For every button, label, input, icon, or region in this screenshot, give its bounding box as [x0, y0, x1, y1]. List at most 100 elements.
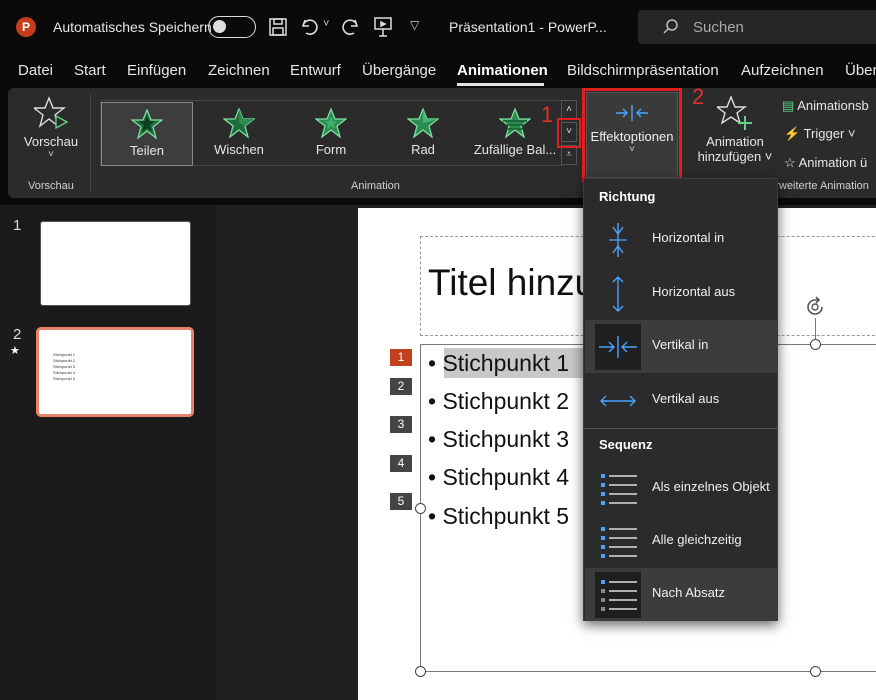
- add-animation-label-1: Animation: [706, 134, 764, 149]
- animation-pane-button[interactable]: ▤ Animationsb: [782, 98, 869, 114]
- thumb-line: Stichpunkt 5: [53, 376, 76, 381]
- callout-number-1: 1: [541, 102, 554, 127]
- menu-item-nach-absatz[interactable]: Nach Absatz: [585, 568, 778, 621]
- resize-handle[interactable]: [810, 666, 821, 677]
- autosave-toggle[interactable]: [208, 16, 256, 38]
- preview-button[interactable]: Vorschau ˅: [16, 96, 86, 166]
- gallery-label: Teilen: [130, 143, 164, 158]
- group-label-animation: Animation: [351, 180, 400, 192]
- menu-item-label: Als einzelnes Objekt: [652, 479, 770, 494]
- slide-thumbnail-2[interactable]: Stichpunkt 1 Stichpunkt 2 Stichpunkt 3 S…: [36, 327, 194, 417]
- gallery-label: Wischen: [214, 142, 264, 157]
- menu-item-alle-gleichzeitig[interactable]: Alle gleichzeitig: [585, 515, 778, 568]
- menu-section-sequenz: Sequenz: [599, 437, 653, 452]
- resize-handle[interactable]: [415, 503, 426, 514]
- gallery-scroll-up-button[interactable]: ˄: [561, 100, 577, 120]
- tab-animationen[interactable]: Animationen: [457, 62, 548, 79]
- gallery-item-form[interactable]: Form: [285, 102, 377, 166]
- slide-title[interactable]: Titel hinzu: [428, 262, 595, 304]
- menu-item-label: Horizontal in: [652, 230, 725, 245]
- animation-star-icon: ★: [10, 345, 20, 357]
- slide-thumbnail-1[interactable]: [40, 221, 191, 306]
- wipe-star-icon: [223, 108, 255, 138]
- gallery-item-teilen[interactable]: Teilen: [101, 102, 193, 166]
- menu-item-label: Nach Absatz: [652, 585, 725, 600]
- trigger-button[interactable]: ⚡ Trigger ˅: [784, 126, 855, 142]
- resize-handle[interactable]: [810, 339, 821, 350]
- save-icon[interactable]: [268, 17, 288, 37]
- tab-zeichnen[interactable]: Zeichnen: [208, 62, 270, 79]
- callout-number-2: 2: [692, 84, 705, 109]
- redo-icon[interactable]: [340, 17, 360, 37]
- random-bars-star-icon: [499, 108, 531, 138]
- tab-entwurf[interactable]: Entwurf: [290, 62, 341, 79]
- bullet-item-1[interactable]: • Stichpunkt 1: [428, 350, 569, 377]
- group-label-erweiterte-animation: Erweiterte Animation: [768, 180, 869, 192]
- gallery-item-rad[interactable]: Rad: [377, 102, 469, 166]
- animation-pane-icon: ▤: [782, 98, 795, 113]
- by-paragraph-icon: [595, 572, 641, 618]
- animation-painter-label: Animation ü: [798, 155, 868, 170]
- group-label-vorschau: Vorschau: [28, 180, 74, 192]
- menu-item-horizontal-aus[interactable]: Horizontal aus: [585, 267, 778, 320]
- menu-item-label: Vertikal in: [652, 337, 709, 352]
- tab-aufzeichnen[interactable]: Aufzeichnen: [741, 62, 824, 79]
- vertical-in-icon: [595, 324, 641, 370]
- search-box[interactable]: Suchen: [638, 10, 876, 44]
- horizontal-out-icon: [612, 276, 624, 312]
- bullet-item-3[interactable]: • Stichpunkt 3: [428, 426, 569, 453]
- effect-options-menu: Richtung Horizontal in Horizontal aus Ve…: [583, 178, 778, 621]
- horizontal-in-icon: [609, 223, 627, 257]
- bullet-text: Stichpunkt 5: [442, 503, 570, 529]
- group-divider: [90, 94, 91, 192]
- animation-order-tag[interactable]: 2: [390, 378, 412, 395]
- menu-item-als-einzelnes-objekt[interactable]: Als einzelnes Objekt: [585, 462, 778, 515]
- customize-qat-icon[interactable]: ▽: [410, 18, 419, 32]
- vertical-out-icon: [600, 395, 636, 407]
- add-animation-label-2: hinzufügen ˅: [697, 149, 773, 164]
- menu-item-label: Alle gleichzeitig: [652, 532, 742, 547]
- gallery-label: Rad: [411, 142, 435, 157]
- presentation-icon[interactable]: [373, 16, 393, 38]
- split-star-icon: [131, 109, 163, 139]
- tab-bildschirmpraesentation[interactable]: Bildschirmpräsentation: [567, 62, 719, 79]
- tab-start[interactable]: Start: [74, 62, 106, 79]
- add-animation-button[interactable]: Animation hinzufügen ˅: [694, 96, 776, 176]
- gallery-label: Form: [315, 142, 347, 157]
- tab-datei[interactable]: Datei: [18, 62, 53, 79]
- undo-dropdown-icon[interactable]: ˅: [323, 18, 329, 30]
- ribbon-tabs: Datei Start Einfügen Zeichnen Entwurf Üb…: [0, 56, 876, 86]
- animation-order-tag[interactable]: 1: [390, 349, 412, 366]
- menu-item-vertikal-in[interactable]: Vertikal in: [585, 320, 778, 373]
- menu-item-horizontal-in[interactable]: Horizontal in: [585, 213, 778, 266]
- bullet-item-2[interactable]: • Stichpunkt 2: [428, 388, 569, 415]
- document-title: Präsentation1 - PowerP...: [449, 19, 607, 35]
- menu-item-vertikal-aus[interactable]: Vertikal aus: [585, 374, 778, 427]
- slide-number-2: 2: [13, 326, 22, 343]
- menu-item-label: Vertikal aus: [652, 391, 720, 406]
- all-at-once-icon: [601, 527, 637, 558]
- tab-einfuegen[interactable]: Einfügen: [127, 62, 186, 79]
- menu-item-label: Horizontal aus: [652, 284, 736, 299]
- bullet-item-5[interactable]: • Stichpunkt 5: [428, 503, 569, 530]
- tab-uebergaenge[interactable]: Übergänge: [362, 62, 436, 79]
- undo-icon[interactable]: [300, 17, 320, 37]
- bullet-item-4[interactable]: • Stichpunkt 4: [428, 464, 569, 491]
- shape-star-icon: [315, 108, 347, 138]
- search-icon: [663, 19, 678, 34]
- resize-handle[interactable]: [415, 666, 426, 677]
- animation-order-tag[interactable]: 5: [390, 493, 412, 510]
- animation-order-tag[interactable]: 3: [390, 416, 412, 433]
- gallery-item-wischen[interactable]: Wischen: [193, 102, 285, 166]
- animation-painter-button[interactable]: ☆ Animation ü: [784, 155, 867, 171]
- preview-chevron-icon: ˅: [48, 149, 54, 160]
- trigger-label: Trigger ˅: [803, 126, 856, 141]
- rotate-handle-icon[interactable]: [803, 295, 827, 319]
- animation-order-tag[interactable]: 4: [390, 455, 412, 472]
- painter-star-icon: ☆: [784, 155, 796, 170]
- gallery-more-button[interactable]: ⩡: [561, 145, 577, 165]
- menu-divider: [584, 428, 777, 429]
- tab-ueber[interactable]: Über: [845, 62, 876, 79]
- title-bar: P Automatisches Speichern ˅ ▽ Präsentati…: [0, 0, 876, 56]
- callout-box-1: [557, 118, 581, 148]
